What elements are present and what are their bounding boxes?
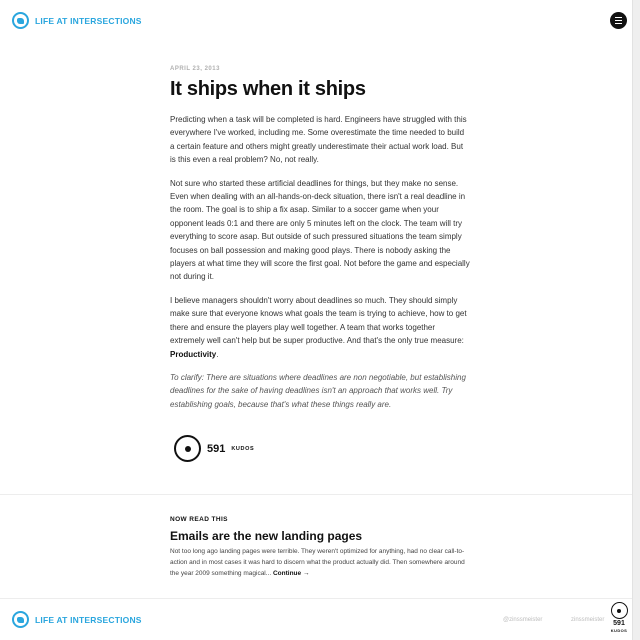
site-title: LIFE AT INTERSECTIONS [35,15,142,26]
footer-kudos-widget[interactable]: 591 KUDOS [608,602,630,633]
footer: LIFE AT INTERSECTIONS @zinssmeister zins… [0,598,632,640]
closing-text: To clarify: There are situations where d… [170,372,466,409]
next-post-excerpt: Not too long ago landing pages were terr… [170,546,470,579]
next-post: NOW READ THIS Emails are the new landing… [170,516,470,579]
footer-brand-link[interactable]: LIFE AT INTERSECTIONS [12,611,142,628]
productivity-emphasis: Productivity [170,349,217,359]
footer-site-title: LIFE AT INTERSECTIONS [35,614,142,625]
paragraph-3-text: I believe managers shouldn't worry about… [170,295,467,346]
twitter-handle-link[interactable]: @zinssmeister [503,617,542,623]
top-bar: LIFE AT INTERSECTIONS [0,0,640,44]
continue-link[interactable]: Continue → [273,570,309,577]
scrollbar[interactable] [632,0,640,640]
paragraph-1: Predicting when a task will be completed… [170,115,467,165]
bird-logo-icon [12,12,29,29]
kudos-circle-icon[interactable] [174,435,201,462]
next-excerpt-text: Not too long ago landing pages were terr… [170,548,465,577]
now-read-this-label: NOW READ THIS [170,516,228,523]
site-brand-link[interactable]: LIFE AT INTERSECTIONS [12,12,142,29]
footer-kudos-count: 591 [613,620,625,627]
post-date: APRIL 23, 2013 [170,66,220,72]
paragraph-3: I believe managers shouldn't worry about… [170,294,470,361]
article: APRIL 23, 2013 It ships when it ships Pr… [170,66,470,411]
post-title: It ships when it ships [170,78,366,100]
section-divider [0,494,632,495]
next-post-title-link[interactable]: Emails are the new landing pages [170,529,470,543]
hamburger-menu-icon[interactable] [610,12,627,29]
footer-kudos-circle-icon[interactable] [610,602,628,619]
paragraph-3-suffix: . [216,349,219,359]
paragraph-2: Not sure who started these artificial de… [170,178,470,282]
footer-kudos-label: KUDOS [610,628,628,633]
profile-handle-link[interactable]: zinssmeister [571,617,604,623]
kudos-count: 591 [207,442,226,455]
closing-paragraph: To clarify: There are situations where d… [170,371,470,411]
kudos-widget[interactable]: 591 KUDOS [174,435,254,462]
kudos-label: KUDOS [231,445,255,452]
footer-bird-logo-icon [12,611,29,628]
